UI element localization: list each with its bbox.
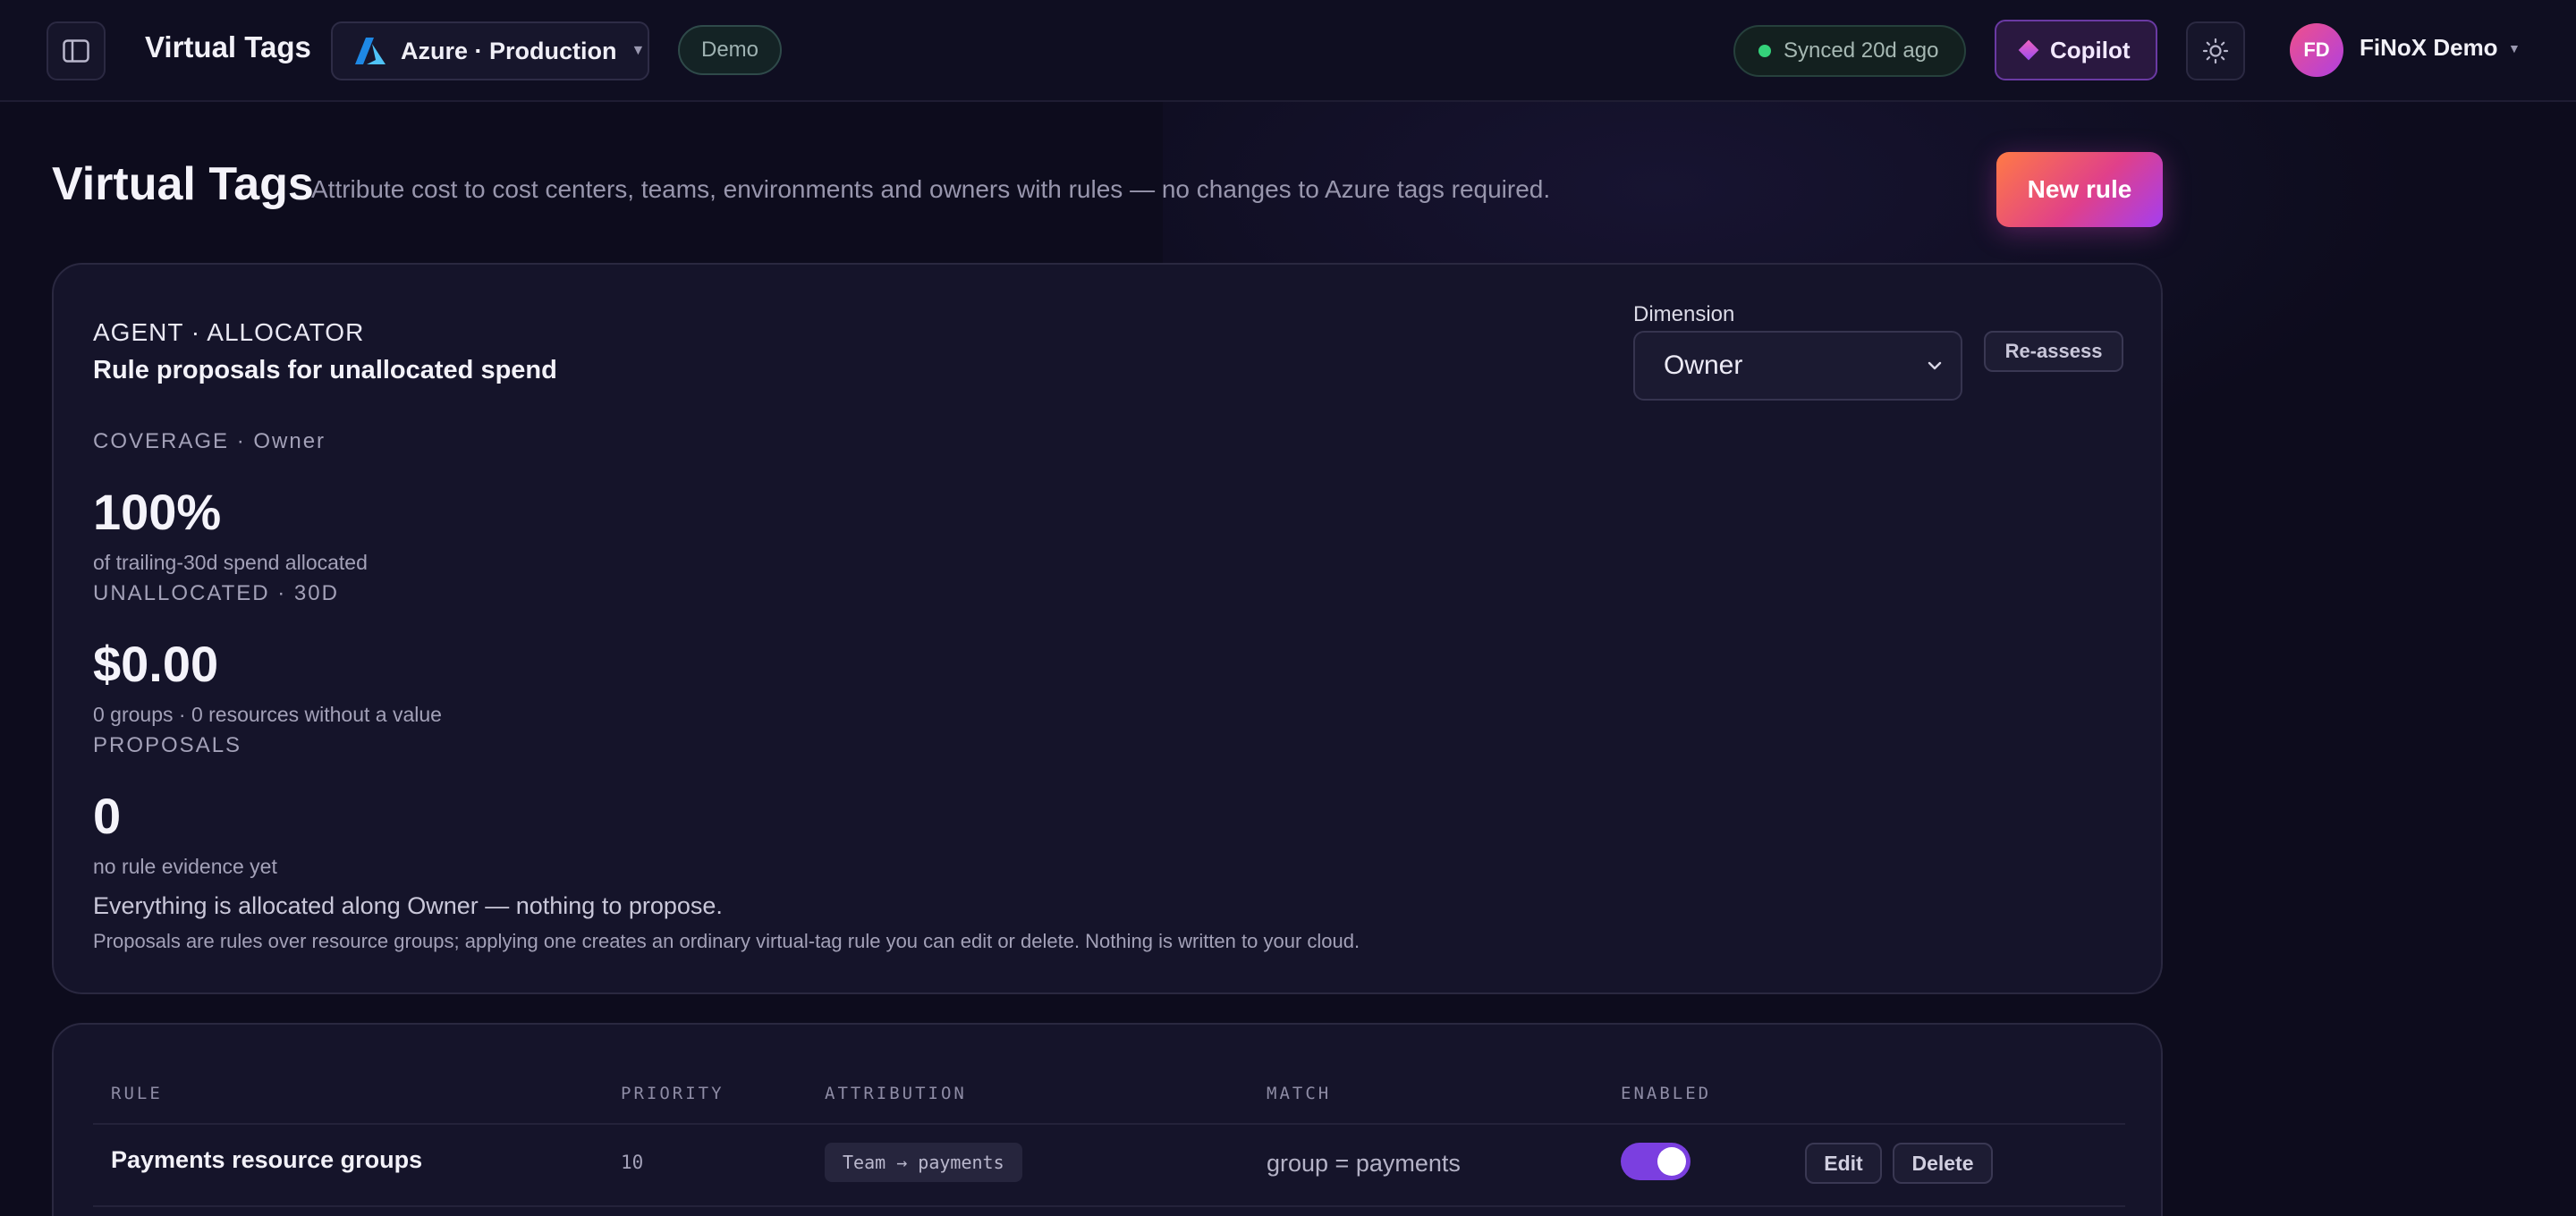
sidebar-toggle-button[interactable] [47, 21, 106, 80]
demo-badge: Demo [678, 25, 782, 75]
account-name: Azure · Production [401, 37, 617, 64]
agent-message: Everything is allocated along Owner — no… [93, 892, 723, 919]
toggle-knob [1657, 1147, 1686, 1176]
column-header-priority: PRIORITY [621, 1084, 724, 1103]
proposals-value: 0 [93, 788, 122, 844]
rule-enabled-toggle[interactable] [1621, 1143, 1690, 1180]
rule-attribution: Team → payments [825, 1143, 1022, 1182]
top-bar: Virtual Tags Azure · Production ▼ Demo S… [0, 0, 2576, 102]
coverage-label: COVERAGE · Owner [93, 429, 326, 453]
new-rule-button[interactable]: New rule [1996, 152, 2163, 227]
sync-status-badge: Synced 20d ago [1733, 25, 1966, 77]
unallocated-note: 0 groups · 0 resources without a value [93, 703, 442, 726]
dimension-label: Dimension [1633, 302, 1735, 326]
page-title: Virtual Tags [52, 158, 314, 210]
sidebar-toggle-icon [63, 39, 89, 63]
copilot-gem-icon [2018, 39, 2039, 61]
rules-table-card: RULE PRIORITY ATTRIBUTION MATCH ENABLED … [52, 1023, 2163, 1216]
delete-rule-button[interactable]: Delete [1893, 1143, 1993, 1184]
edit-rule-button[interactable]: Edit [1805, 1143, 1882, 1184]
chevron-down-icon [1928, 361, 1942, 370]
proposals-note: no rule evidence yet [93, 855, 277, 878]
column-header-match: MATCH [1267, 1084, 1332, 1103]
proposals-label: PROPOSALS [93, 733, 242, 757]
coverage-note: of trailing-30d spend allocated [93, 551, 368, 574]
dimension-select[interactable]: Owner [1633, 331, 1962, 401]
page-subtitle: Attribute cost to cost centers, teams, e… [311, 175, 1551, 203]
sun-icon [2202, 38, 2229, 64]
unallocated-label: UNALLOCATED · 30D [93, 581, 339, 605]
copilot-button[interactable]: Copilot [1995, 20, 2157, 80]
azure-logo-icon [355, 38, 386, 64]
theme-toggle-button[interactable] [2186, 21, 2245, 80]
agent-title: Rule proposals for unallocated spend [93, 356, 557, 384]
app-title: Virtual Tags [145, 30, 311, 63]
copilot-label: Copilot [2050, 36, 2131, 63]
rule-name[interactable]: Payments resource groups [111, 1146, 422, 1174]
agent-kicker: AGENT · ALLOCATOR [93, 318, 365, 346]
sync-status-text: Synced 20d ago [1784, 38, 1939, 63]
dimension-value: Owner [1664, 350, 1743, 380]
unallocated-value: $0.00 [93, 636, 219, 692]
column-header-rule: RULE [111, 1084, 163, 1103]
table-divider [93, 1205, 2125, 1207]
user-name[interactable]: FiNoX Demo [2360, 34, 2498, 62]
sync-dot-icon [1758, 45, 1771, 57]
column-header-attribution: ATTRIBUTION [825, 1084, 967, 1103]
account-switcher[interactable]: Azure · Production ▼ [331, 21, 649, 80]
agent-footnote: Proposals are rules over resource groups… [93, 930, 1360, 952]
allocator-agent-card: AGENT · ALLOCATOR Rule proposals for una… [52, 263, 2163, 994]
user-menu-chevron-icon[interactable]: ▼ [2508, 41, 2521, 55]
column-header-enabled: ENABLED [1621, 1084, 1712, 1103]
reassess-button[interactable]: Re-assess [1984, 331, 2123, 372]
chevron-down-icon: ▼ [631, 43, 646, 58]
avatar[interactable]: FD [2290, 23, 2343, 77]
table-divider [93, 1123, 2125, 1125]
coverage-value: 100% [93, 484, 222, 540]
rule-match: group = payments [1267, 1150, 1461, 1177]
rule-priority: 10 [621, 1152, 644, 1173]
